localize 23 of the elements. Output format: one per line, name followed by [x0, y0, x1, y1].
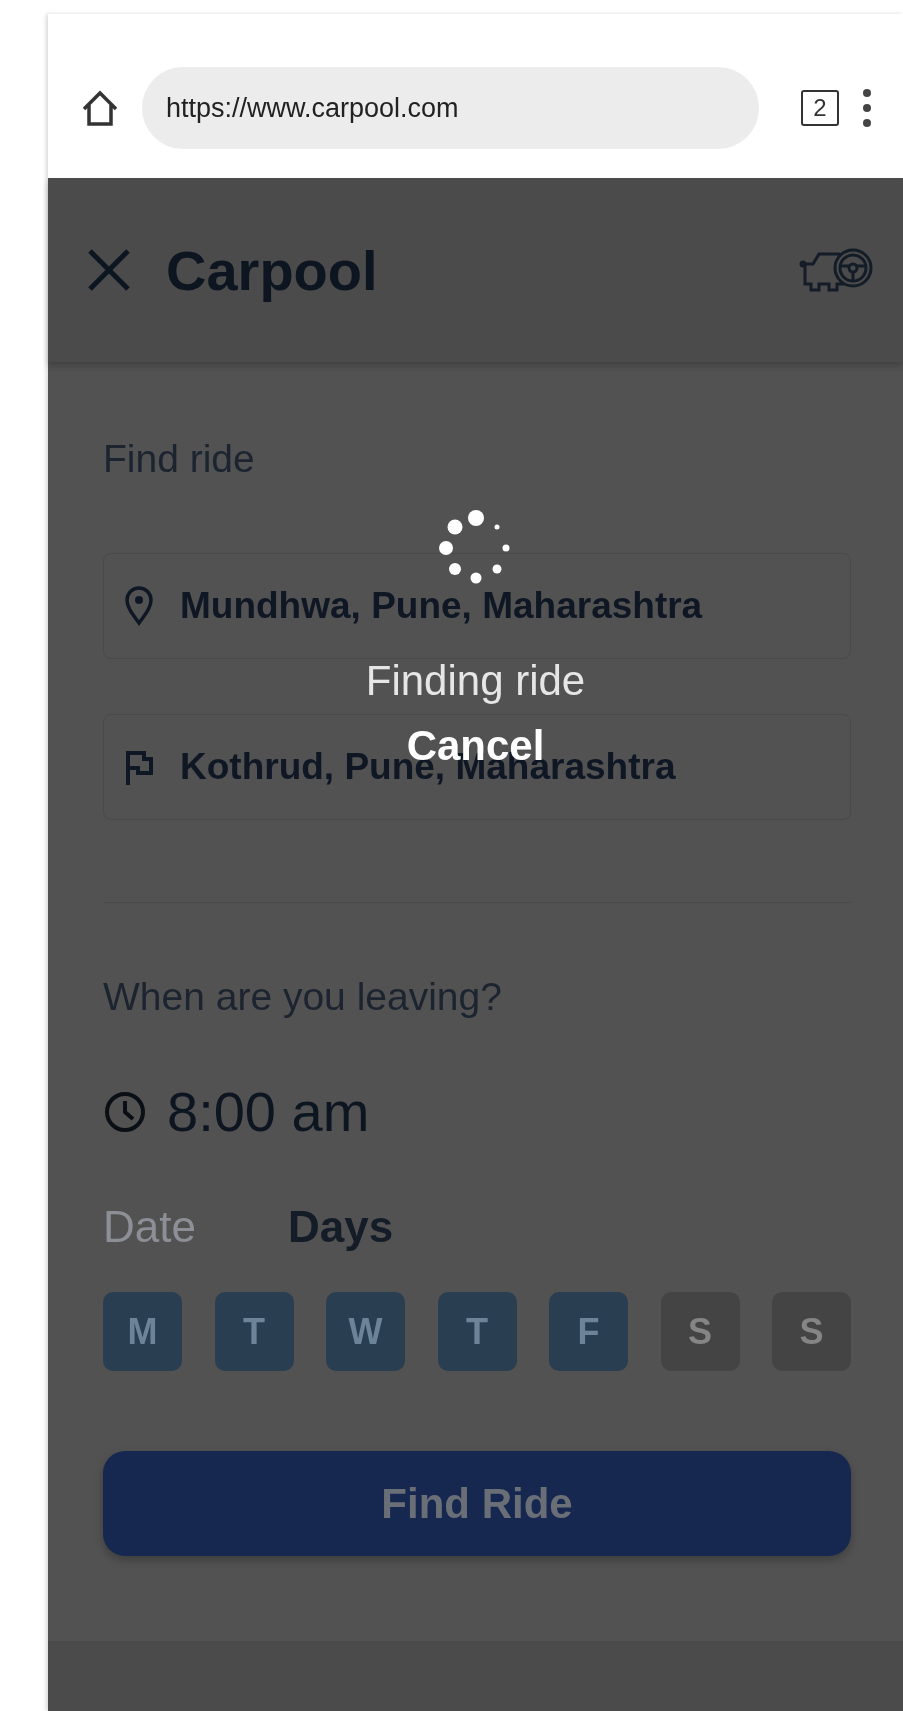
departure-time[interactable]: 8:00 am	[167, 1079, 370, 1144]
home-icon[interactable]	[80, 89, 120, 127]
clock-icon[interactable]	[103, 1089, 147, 1134]
day-toggle[interactable]: T	[214, 1292, 294, 1371]
schedule-tab[interactable]: Date	[103, 1202, 196, 1252]
tab-count[interactable]: 2	[801, 90, 839, 126]
app-title: Carpool	[166, 237, 379, 303]
day-toggle[interactable]: M	[103, 1292, 182, 1371]
loading-message: Finding ride	[365, 658, 586, 704]
origin-field[interactable]: Mundhwa, Pune, Maharashtra	[103, 553, 851, 659]
close-icon[interactable]	[86, 247, 132, 293]
schedule-tab[interactable]: Days	[287, 1202, 394, 1252]
car-steering-wheel-icon[interactable]	[799, 246, 875, 294]
day-toggle[interactable]: W	[326, 1292, 405, 1371]
day-toggle[interactable]: T	[437, 1292, 517, 1371]
flag-icon	[124, 749, 154, 785]
find-ride-button[interactable]: Find Ride	[103, 1451, 851, 1556]
menu-icon[interactable]	[861, 88, 873, 128]
address-bar[interactable]: https://www.carpool.com	[142, 67, 759, 149]
day-toggle[interactable]: S	[660, 1292, 740, 1371]
location-pin-icon	[124, 586, 154, 626]
day-toggle[interactable]: F	[549, 1292, 628, 1371]
day-toggle[interactable]: S	[772, 1292, 851, 1371]
